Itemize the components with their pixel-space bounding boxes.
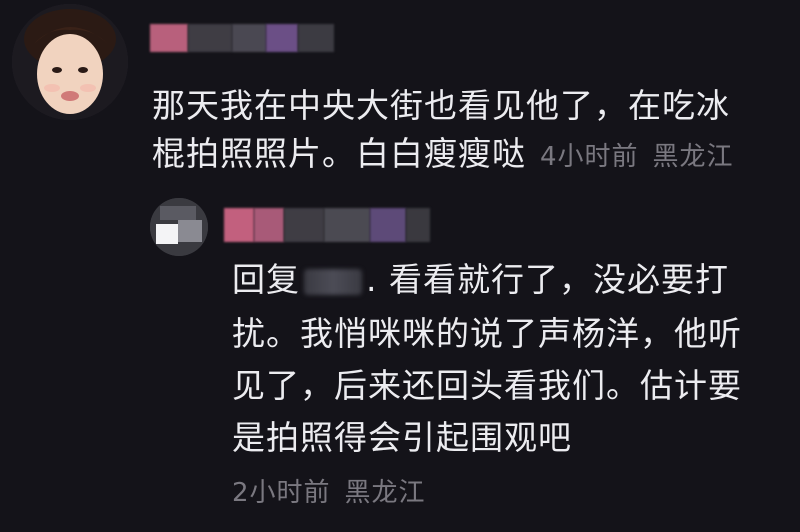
reply-text-line-4: 是拍照得会引起围观吧 [232, 418, 572, 457]
reply-text-line-3: 见了，后来还回头看我们。估计要 [232, 366, 742, 405]
reply-prefix: 回复 [232, 260, 300, 299]
reply-location: 黑龙江 [344, 478, 426, 508]
replier-name-redacted[interactable] [224, 208, 430, 242]
reply-text-line-1: 回复 . 看看就行了，没必要打 [232, 252, 729, 307]
reply-meta: 2小时前 黑龙江 [232, 472, 426, 509]
comment-text-line-1: 那天我在中央大街也看见他了，在吃冰 [152, 86, 730, 125]
commenter-name-redacted[interactable] [150, 24, 334, 52]
comment-location: 黑龙江 [652, 142, 734, 172]
reply-time: 2小时前 [232, 478, 331, 508]
comment-text-line-2: 棍拍照照片。白白瘦瘦哒 4小时前 黑龙江 [152, 126, 734, 185]
replier-avatar[interactable] [150, 198, 208, 256]
comment-text: 棍拍照照片。白白瘦瘦哒 [152, 134, 526, 173]
comment-time: 4小时前 [540, 142, 639, 172]
commenter-avatar[interactable] [12, 4, 128, 120]
mention-redacted[interactable] [304, 268, 362, 295]
reply-text: . 看看就行了，没必要打 [366, 260, 729, 299]
reply-text-line-2: 扰。我悄咪咪的说了声杨洋，他听 [232, 314, 742, 353]
